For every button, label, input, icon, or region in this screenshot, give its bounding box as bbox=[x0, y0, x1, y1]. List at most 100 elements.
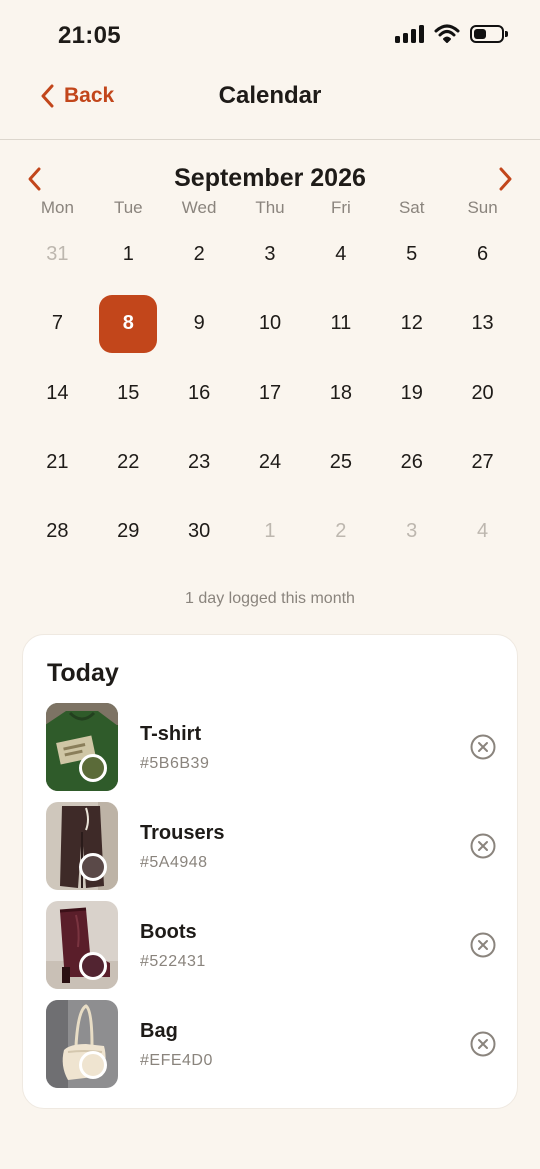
day-number: 21 bbox=[46, 451, 69, 474]
day-number: 22 bbox=[117, 451, 140, 474]
item-hex: #522431 bbox=[140, 953, 206, 970]
calendar-day[interactable]: 3 bbox=[376, 497, 447, 566]
color-swatch bbox=[79, 1051, 107, 1079]
calendar-day[interactable]: 30 bbox=[164, 497, 235, 566]
calendar-day[interactable]: 27 bbox=[447, 428, 518, 497]
calendar-day[interactable]: 19 bbox=[376, 359, 447, 428]
day-number: 15 bbox=[117, 381, 140, 404]
calendar-day[interactable]: 28 bbox=[22, 497, 93, 566]
day-number: 8 bbox=[99, 294, 158, 353]
weekday-label: Fri bbox=[330, 198, 351, 217]
outfit-item-trousers[interactable]: Trousers #5A4948 bbox=[46, 802, 496, 890]
calendar-header: September 2026 bbox=[0, 160, 540, 200]
day-number: 29 bbox=[117, 520, 140, 543]
chevron-right-icon bbox=[499, 167, 512, 191]
today-title: Today bbox=[47, 659, 119, 687]
calendar-day[interactable]: 24 bbox=[235, 428, 306, 497]
calendar-day[interactable]: 21 bbox=[22, 428, 93, 497]
calendar-day[interactable]: 6 bbox=[447, 220, 518, 289]
day-number: 19 bbox=[400, 381, 423, 404]
calendar-day[interactable]: 22 bbox=[93, 428, 164, 497]
status-bar: 21:05 bbox=[0, 0, 540, 70]
today-card: Today T-shirt #5B6B39 Trousers #5A4948 B… bbox=[22, 634, 518, 1109]
calendar-day[interactable]: 2 bbox=[164, 220, 235, 289]
remove-item-button[interactable] bbox=[470, 734, 496, 765]
weekday-label: Wed bbox=[181, 198, 217, 217]
day-number: 12 bbox=[400, 312, 423, 335]
signal-icon bbox=[395, 25, 424, 43]
remove-item-button[interactable] bbox=[470, 932, 496, 963]
day-number: 7 bbox=[51, 312, 63, 335]
day-number: 2 bbox=[335, 520, 347, 543]
day-number: 20 bbox=[471, 381, 494, 404]
battery-icon bbox=[470, 25, 508, 43]
status-icons bbox=[395, 24, 508, 44]
day-number: 9 bbox=[193, 312, 205, 335]
color-swatch bbox=[79, 853, 107, 881]
day-number: 4 bbox=[335, 243, 347, 266]
day-number: 17 bbox=[258, 381, 282, 404]
day-number: 18 bbox=[329, 381, 352, 404]
day-number: 30 bbox=[188, 520, 211, 543]
calendar-day[interactable]: 12 bbox=[376, 289, 447, 358]
day-number: 13 bbox=[471, 312, 494, 335]
calendar-day[interactable]: 4 bbox=[305, 220, 376, 289]
calendar-day[interactable]: 11 bbox=[305, 289, 376, 358]
day-number: 24 bbox=[258, 451, 282, 474]
calendar-day[interactable]: 13 bbox=[447, 289, 518, 358]
item-name: Trousers bbox=[140, 822, 225, 844]
day-number: 3 bbox=[264, 243, 276, 266]
day-number: 1 bbox=[122, 243, 134, 266]
bag-photo bbox=[46, 1000, 118, 1088]
calendar-day[interactable]: 15 bbox=[93, 359, 164, 428]
next-month-button[interactable] bbox=[498, 166, 514, 197]
calendar-day[interactable]: 9 bbox=[164, 289, 235, 358]
calendar-day[interactable]: 7 bbox=[22, 289, 93, 358]
calendar-day-selected[interactable]: 8 bbox=[93, 289, 164, 358]
remove-item-button[interactable] bbox=[470, 833, 496, 864]
calendar-day[interactable]: 1 bbox=[235, 497, 306, 566]
calendar-day[interactable]: 20 bbox=[447, 359, 518, 428]
day-number: 10 bbox=[258, 312, 282, 335]
outfit-item-bag[interactable]: Bag #EFE4D0 bbox=[46, 1000, 496, 1088]
item-hex: #5B6B39 bbox=[140, 755, 210, 772]
day-number: 4 bbox=[477, 520, 489, 543]
day-number: 25 bbox=[329, 451, 352, 474]
calendar-day[interactable]: 25 bbox=[305, 428, 376, 497]
day-number: 23 bbox=[188, 451, 211, 474]
day-number: 31 bbox=[46, 243, 69, 266]
calendar-day[interactable]: 17 bbox=[235, 359, 306, 428]
calendar-day[interactable]: 23 bbox=[164, 428, 235, 497]
outfit-item-boots[interactable]: Boots #522431 bbox=[46, 901, 496, 989]
calendar-day[interactable]: 4 bbox=[447, 497, 518, 566]
calendar-day[interactable]: 16 bbox=[164, 359, 235, 428]
color-swatch bbox=[79, 952, 107, 980]
remove-item-button[interactable] bbox=[470, 1031, 496, 1062]
calendar-day[interactable]: 14 bbox=[22, 359, 93, 428]
calendar-day[interactable]: 10 bbox=[235, 289, 306, 358]
calendar-day[interactable]: 18 bbox=[305, 359, 376, 428]
calendar-day[interactable]: 1 bbox=[93, 220, 164, 289]
remove-circle-icon bbox=[470, 1031, 496, 1057]
weekday-label: Tue bbox=[113, 198, 143, 217]
item-name: Boots bbox=[140, 921, 197, 943]
page-title: Calendar bbox=[218, 82, 322, 109]
remove-circle-icon bbox=[470, 734, 496, 760]
trousers-photo bbox=[46, 802, 118, 890]
calendar-day[interactable]: 26 bbox=[376, 428, 447, 497]
day-number: 26 bbox=[400, 451, 423, 474]
status-time: 21:05 bbox=[58, 22, 121, 49]
calendar-day[interactable]: 3 bbox=[235, 220, 306, 289]
calendar-day[interactable]: 5 bbox=[376, 220, 447, 289]
calendar-day[interactable]: 31 bbox=[22, 220, 93, 289]
nav-bar: Back Calendar bbox=[0, 70, 540, 140]
item-hex: #EFE4D0 bbox=[140, 1052, 213, 1069]
item-hex: #5A4948 bbox=[140, 854, 208, 871]
month-summary: 1 day logged this month bbox=[185, 590, 355, 607]
calendar-day[interactable]: 2 bbox=[305, 497, 376, 566]
calendar-grid: 31 1 2 3 4 5 6 7 8 9 10 11 12 13 14 15 16 17 18 19 20 21 22 23 2… bbox=[22, 220, 518, 566]
day-number: 5 bbox=[406, 243, 418, 266]
outfit-item-tshirt[interactable]: T-shirt #5B6B39 bbox=[46, 703, 496, 791]
calendar-day[interactable]: 29 bbox=[93, 497, 164, 566]
boots-photo bbox=[46, 901, 118, 989]
